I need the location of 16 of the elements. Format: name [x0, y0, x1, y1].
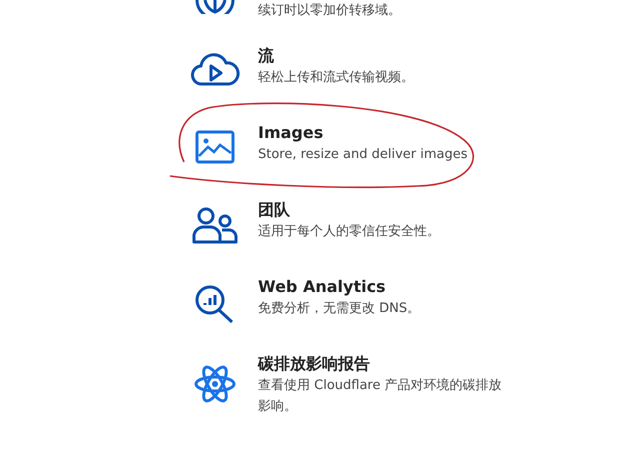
product-description: 续订时以零加价转移域。: [258, 2, 402, 20]
people-icon: [192, 207, 238, 245]
product-title: 碳排放影响报告: [258, 353, 371, 375]
product-description: 查看使用 Cloudflare 产品对环境的碳排放影响。: [258, 377, 503, 416]
product-description: 适用于每个人的零信任安全性。: [258, 223, 441, 241]
image-icon: [195, 130, 235, 164]
globe-icon: [195, 0, 235, 14]
analytics-search-icon: [194, 284, 236, 324]
product-description: Store, resize and deliver images: [258, 146, 469, 164]
product-title: 流: [258, 45, 275, 67]
cloud-play-icon: [190, 53, 240, 87]
product-title: 团队: [258, 199, 291, 221]
product-title: Web Analytics: [258, 276, 387, 298]
product-title: Images: [258, 122, 324, 144]
product-description: 轻松上传和流式传输视频。: [258, 69, 415, 87]
product-description: 免费分析，无需更改 DNS。: [258, 300, 422, 318]
